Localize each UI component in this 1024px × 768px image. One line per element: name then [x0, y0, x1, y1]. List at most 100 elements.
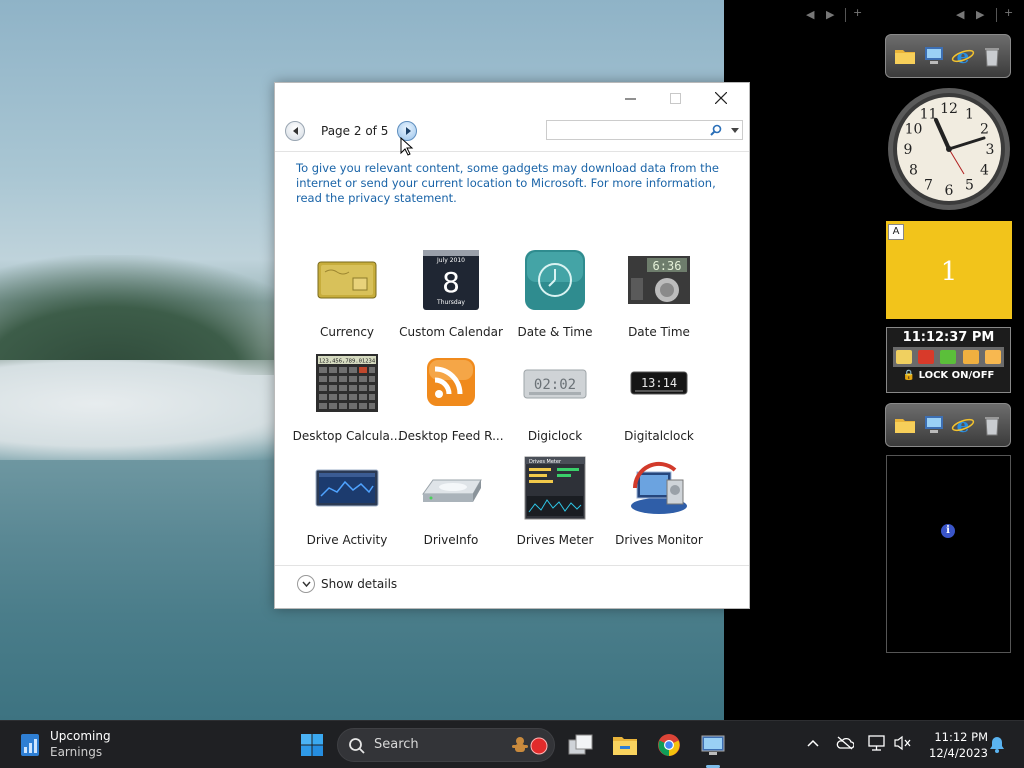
gadget-name: Drives Monitor [615, 533, 703, 547]
gadget-name: Desktop Calcula... [292, 429, 402, 443]
maximize-button [652, 83, 698, 113]
sidebar-next-icon[interactable]: ▶ [826, 8, 834, 21]
gadgets-app-button[interactable] [697, 729, 729, 761]
file-explorer-button[interactable] [609, 729, 641, 761]
folder-icon [613, 737, 637, 755]
news-subtitle: Earnings [50, 745, 103, 759]
calendar-gadget: A 1 [886, 221, 1012, 319]
sleep-icon[interactable] [984, 350, 1001, 364]
recycle-bin-icon[interactable] [980, 44, 1004, 68]
calendar-weekday: Thursday [436, 299, 465, 306]
search-dropdown-icon[interactable] [731, 128, 739, 133]
drives-monitor-icon [631, 461, 687, 514]
network-icon [868, 735, 885, 751]
news-title: Upcoming [50, 729, 111, 743]
gadget-search-box[interactable] [546, 120, 743, 140]
restart-icon[interactable] [940, 350, 957, 364]
privacy-statement-link[interactable]: To give you relevant content, some gadge… [296, 161, 736, 206]
clock-icon [525, 250, 585, 310]
divider [275, 151, 749, 152]
computer-icon[interactable] [922, 413, 946, 437]
gadget-tile-date-time[interactable]: Date & Time [501, 248, 609, 344]
chrome-button[interactable] [653, 729, 685, 761]
empty-gadget: i [886, 455, 1011, 653]
chevron-up-icon [807, 739, 819, 747]
gadget-tile-driveinfo[interactable]: DriveInfo [397, 456, 505, 552]
gadget-tile-drives-meter[interactable]: Drives Meter Drives Meter [501, 456, 609, 552]
gadget-name: Digitalclock [624, 429, 694, 443]
lock-action-icons [893, 347, 1004, 367]
clock-numeral: 7 [924, 178, 933, 194]
clock-numeral: 5 [965, 178, 974, 194]
gadget-tile-desktop-calculator[interactable]: 123,456,789.01234 Desktop Calcula... [293, 352, 401, 448]
taskbar-clock[interactable]: 11:12 PM 12/4/2023 [918, 729, 988, 761]
gadget-tile-currency[interactable]: Currency [293, 248, 401, 344]
info-icon[interactable]: i [941, 524, 955, 538]
calendar-icon: July 2010 8 Thursday [423, 250, 479, 310]
digitalclock-display: 13:14 [641, 376, 677, 390]
gadget-name: Desktop Feed R... [398, 429, 504, 443]
calculator-icon: 123,456,789.01234 [316, 354, 378, 412]
search-icon[interactable] [710, 124, 722, 136]
volume-button[interactable] [894, 735, 912, 755]
chrome-icon [658, 734, 680, 756]
clock-numeral: 6 [945, 183, 954, 199]
mouse-cursor-icon [400, 137, 414, 156]
logoff-icon[interactable] [896, 350, 913, 364]
calendar-letter[interactable]: A [888, 224, 904, 240]
shutdown-icon[interactable] [918, 350, 935, 364]
gadget-tile-digitalclock[interactable]: 13:14 Digitalclock [605, 352, 713, 448]
search-label: Search [374, 737, 419, 752]
gadget-tile-drive-activity[interactable]: Drive Activity [293, 456, 401, 552]
gadget-tile-custom-calendar[interactable]: July 2010 8 Thursday Custom Calendar [397, 248, 505, 344]
sidebar-add-icon[interactable]: + [1004, 6, 1013, 19]
arrow-right-icon [406, 127, 411, 135]
gadget-name: Date Time [628, 325, 690, 339]
task-view-icon [568, 734, 593, 755]
sidebar-page-next-icon[interactable]: ▶ [976, 8, 984, 21]
folder-icon[interactable] [893, 413, 917, 437]
task-view-button[interactable] [565, 729, 597, 761]
sidebar-separator [996, 8, 997, 22]
computer-icon[interactable] [922, 44, 946, 68]
calculator-display: 123,456,789.01234 [319, 359, 376, 365]
minimize-button[interactable] [607, 83, 653, 113]
sidebar-add-icon[interactable]: + [853, 6, 862, 19]
hard-drive-icon [422, 479, 482, 502]
start-button[interactable] [296, 729, 328, 761]
shortcut-gadget: e [885, 34, 1011, 78]
onedrive-button[interactable] [836, 735, 855, 754]
gadget-tile-drives-monitor[interactable]: Drives Monitor [605, 456, 713, 552]
gadgets-app-icon [701, 735, 725, 755]
notifications-button[interactable] [989, 735, 1005, 757]
rss-feed-icon [427, 358, 475, 406]
chevron-down-icon [297, 575, 315, 593]
show-hidden-icons-button[interactable] [806, 735, 820, 754]
sidebar-prev-icon[interactable]: ◀ [806, 8, 814, 21]
currency-icon [317, 261, 377, 299]
sidebar-page-prev-icon[interactable]: ◀ [956, 8, 964, 21]
folder-icon[interactable] [893, 44, 917, 68]
internet-explorer-icon[interactable]: e [951, 44, 975, 68]
previous-page-button[interactable] [285, 121, 305, 141]
volume-muted-icon [894, 735, 911, 751]
recycle-bin-icon[interactable] [980, 413, 1004, 437]
gadget-tile-digiclock[interactable]: 02:02 Digiclock [501, 352, 609, 448]
page-indicator: Page 2 of 5 [321, 124, 389, 138]
bell-icon [990, 737, 1004, 753]
clock-numeral: 8 [909, 163, 918, 179]
digiclock-icon: 02:02 [523, 369, 587, 399]
drive-activity-icon [315, 469, 379, 507]
lock-toggle[interactable]: 🔒 LOCK ON/OFF [887, 370, 1010, 381]
network-button[interactable] [868, 735, 886, 755]
clock-numeral: 9 [904, 142, 913, 158]
key-icon[interactable] [962, 350, 979, 364]
clock-numeral: 2 [980, 122, 989, 138]
gadget-tile-desktop-feed-reader[interactable]: Desktop Feed R... [397, 352, 505, 448]
gadget-search-input[interactable] [549, 122, 703, 140]
gadget-tile-date-time-digital[interactable]: 6:36 Date Time [605, 248, 713, 344]
taskbar-search[interactable]: Search [337, 728, 555, 762]
digiclock-display: 02:02 [534, 377, 576, 393]
close-button[interactable] [698, 83, 744, 113]
internet-explorer-icon[interactable]: e [951, 413, 975, 437]
